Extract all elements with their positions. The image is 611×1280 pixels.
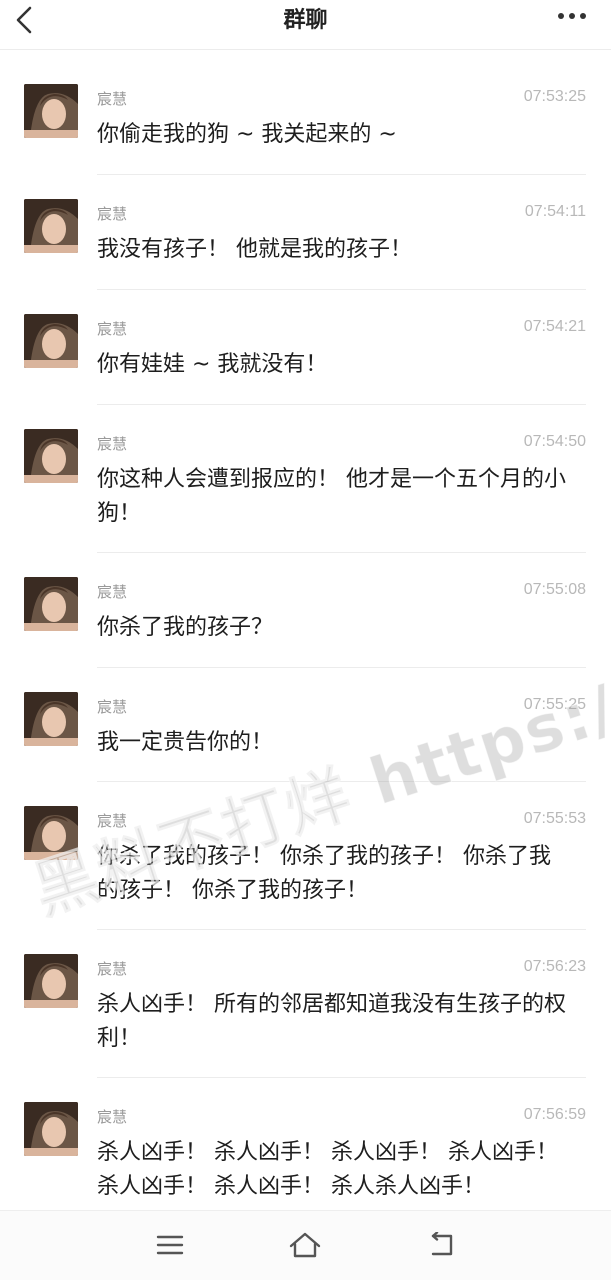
avatar[interactable] [24,199,78,253]
avatar[interactable] [24,84,78,138]
more-dots-icon [558,13,586,19]
message-item: 宸慧 07:54:50 你这种人会遭到报应的！ 他才是一个五个月的小狗！ [0,405,611,553]
back-nav-button[interactable] [422,1227,462,1263]
message-time: 07:53:25 [523,88,586,105]
top-bar: 群聊 [0,0,611,50]
message-time: 07:54:11 [524,203,586,220]
sender-name: 宸慧 [97,583,128,601]
sender-name: 宸慧 [97,90,128,108]
home-button[interactable] [285,1227,325,1263]
message-text: 你这种人会遭到报应的！ 他才是一个五个月的小狗！ [97,467,566,526]
sender-name: 宸慧 [97,1108,128,1126]
page-title: 群聊 [283,8,328,33]
menu-button[interactable] [150,1227,190,1263]
message-time: 07:56:23 [523,958,586,975]
message-item: 宸慧 07:53:25 你偷走我的狗 ~ 我关起来的 ~ [0,60,611,175]
message-time: 07:55:08 [523,581,586,598]
sender-name: 宸慧 [97,205,128,223]
message-text: 杀人凶手！ 所有的邻居都知道我没有生孩子的权利！ [97,992,566,1051]
avatar[interactable] [24,692,78,746]
message-text: 杀人凶手！ 杀人凶手！ 杀人凶手！ 杀人凶手！ 杀人凶手！ 杀人凶手！ 杀人杀人… [97,1140,558,1199]
message-time: 07:54:50 [523,433,586,450]
avatar[interactable] [24,1102,78,1156]
sender-name: 宸慧 [97,320,128,338]
message-list[interactable]: 宸慧 07:53:25 你偷走我的狗 ~ 我关起来的 ~ 宸慧 07:54:11… [0,60,611,1210]
avatar[interactable] [24,314,78,368]
avatar[interactable] [24,577,78,631]
message-time: 07:54:21 [523,318,586,335]
message-text: 你杀了我的孩子？ [97,615,274,640]
message-item: 宸慧 07:54:11 我没有孩子！ 他就是我的孩子！ [0,175,611,290]
message-text: 你偷走我的狗 ~ 我关起来的 ~ [97,122,397,147]
sender-name: 宸慧 [97,435,128,453]
message-time: 07:55:53 [523,810,586,827]
avatar[interactable] [24,429,78,483]
system-nav-bar [0,1210,611,1280]
more-button[interactable] [547,6,587,26]
home-icon [289,1232,321,1258]
message-item: 宸慧 07:56:59 杀人凶手！ 杀人凶手！ 杀人凶手！ 杀人凶手！ 杀人凶手… [0,1078,611,1210]
message-item: 宸慧 07:55:08 你杀了我的孩子？ [0,553,611,668]
message-time: 07:56:59 [523,1106,586,1123]
return-icon [431,1232,453,1256]
sender-name: 宸慧 [97,960,128,978]
avatar[interactable] [24,954,78,1008]
sender-name: 宸慧 [97,698,128,716]
menu-icon [156,1235,184,1255]
message-item: 宸慧 07:56:23 杀人凶手！ 所有的邻居都知道我没有生孩子的权利！ [0,930,611,1078]
message-text: 你有娃娃 ~ 我就没有！ [97,352,328,377]
message-text: 我没有孩子！ 他就是我的孩子！ [97,237,412,262]
message-item: 宸慧 07:54:21 你有娃娃 ~ 我就没有！ [0,290,611,405]
